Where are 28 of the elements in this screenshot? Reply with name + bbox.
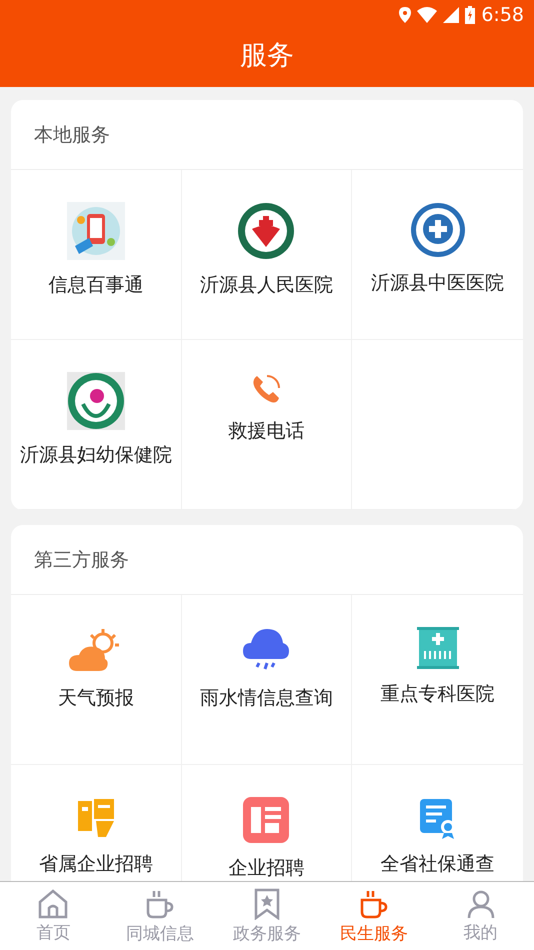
service-label[interactable]: 救援电话 [228, 418, 304, 444]
tab-item[interactable]: 民生服务 [320, 882, 428, 950]
service-label[interactable]: 雨水情信息查询 [200, 685, 333, 711]
info-illustration-icon [66, 202, 125, 260]
service-label[interactable]: 天气预报 [58, 685, 134, 711]
section-title: 本地服务 [34, 122, 110, 148]
hospital-emblem-icon [237, 202, 296, 260]
user-icon [466, 888, 496, 918]
location-icon [399, 7, 412, 23]
service-label[interactable]: 沂源县中医医院 [371, 270, 504, 296]
home-icon [37, 888, 70, 918]
status-time: 6:58 [481, 4, 524, 26]
service-label[interactable]: 重点专科医院 [380, 681, 495, 707]
bookmark-star-icon [252, 888, 281, 920]
hospital-emblem-icon [410, 202, 466, 258]
service-label[interactable]: 省属企业招聘 [38, 851, 153, 877]
page-title: 服务 [240, 38, 294, 72]
service-label[interactable]: 全省社保通查 [380, 851, 495, 877]
hospital-building-icon [416, 627, 459, 669]
signal-icon [443, 7, 460, 23]
service-label[interactable]: 沂源县人民医院 [200, 272, 333, 298]
wifi-icon [417, 7, 438, 23]
service-label[interactable]: 沂源县妇幼保健院 [20, 442, 172, 468]
service-label[interactable]: 企业招聘 [228, 855, 304, 881]
section-title: 第三方服务 [34, 548, 129, 572]
battery-icon [465, 6, 476, 24]
maternity-emblem-icon [66, 372, 125, 430]
service-label[interactable]: 信息百事通 [48, 272, 144, 298]
